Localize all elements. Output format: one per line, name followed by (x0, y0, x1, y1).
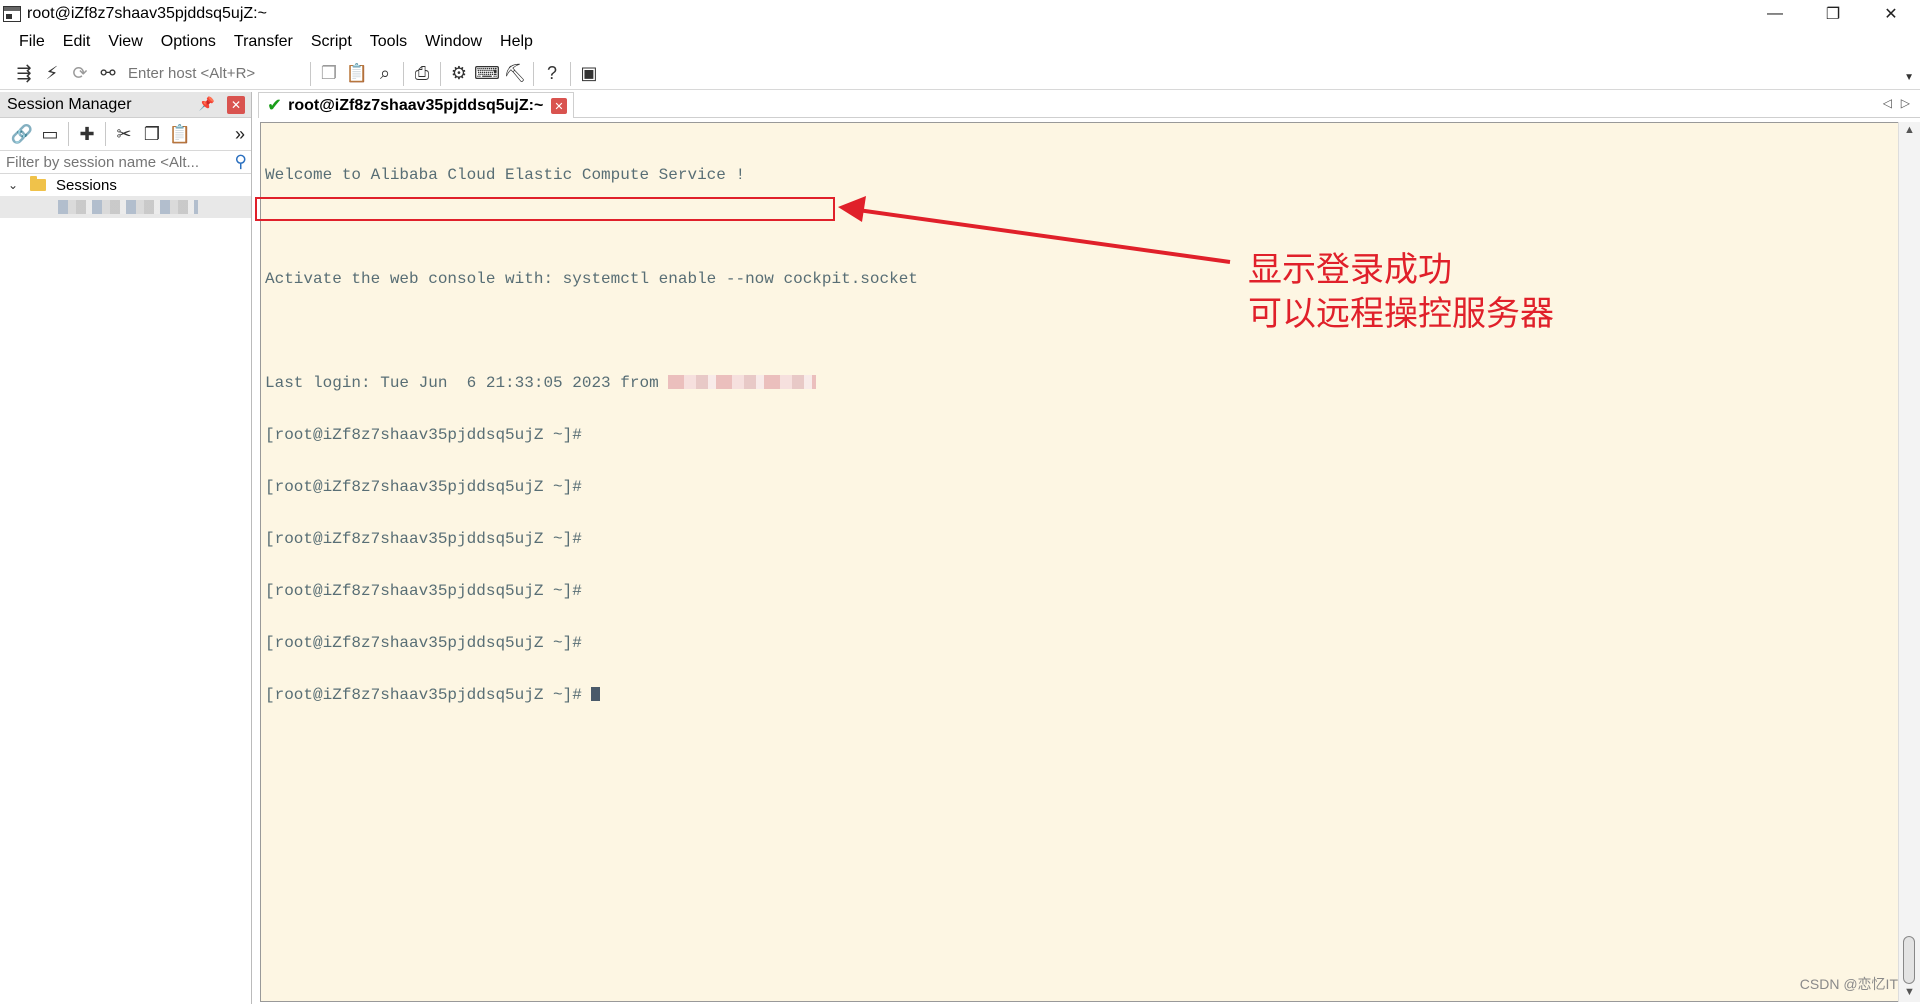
tree-root-label: Sessions (56, 176, 117, 194)
cut-icon[interactable]: ✂ (110, 120, 138, 148)
help-icon[interactable]: ? (538, 60, 566, 88)
tree-sessions-folder[interactable]: ⌄ Sessions (0, 174, 251, 196)
menu-bar: File Edit View Options Transfer Script T… (0, 30, 542, 54)
session-filter-input[interactable] (0, 151, 220, 173)
terminal-line-last-login: Last login: Tue Jun 6 21:33:05 2023 from (265, 375, 918, 391)
connect-session-icon[interactable]: 🔗 (8, 120, 36, 148)
toolbar-separator (570, 61, 571, 86)
menu-help[interactable]: Help (491, 30, 542, 54)
session-manager-panel: Session Manager 📌 ✕ 🔗 ▭ ✚ ✂ ❐ 📋 » ⚲ ⌄ Se… (0, 92, 252, 1004)
menu-edit[interactable]: Edit (54, 30, 100, 54)
tab-session[interactable]: ✔ root@iZf8z7shaav35pjddsq5ujZ:~ ✕ (258, 92, 574, 118)
menu-transfer[interactable]: Transfer (225, 30, 302, 54)
session-tab-icon[interactable]: ▭ (36, 120, 64, 148)
folder-icon (30, 176, 46, 191)
session-manager-header: Session Manager 📌 ✕ (0, 92, 251, 118)
terminal-line: Activate the web console with: systemctl… (265, 270, 918, 288)
redacted-ip (668, 375, 817, 389)
terminal-line: [root@iZf8z7shaav35pjddsq5ujZ ~]# (265, 634, 582, 652)
copy-icon[interactable]: ❐ (315, 60, 343, 88)
connected-check-icon: ✔ (267, 95, 283, 115)
minimize-button[interactable]: — (1746, 0, 1804, 28)
connect-icon[interactable]: ⇶ (10, 60, 38, 88)
terminal-view[interactable]: Welcome to Alibaba Cloud Elastic Compute… (260, 122, 1898, 1002)
toolbar-separator (105, 122, 106, 146)
toolbar-separator (310, 61, 311, 86)
window-controls: — ❐ ✕ (1746, 0, 1920, 28)
toolbar-overflow-icon[interactable]: ▼ (1904, 72, 1914, 83)
pin-icon[interactable]: 📌 (199, 96, 215, 112)
annotation-text: 显示登录成功 可以远程操控服务器 (1248, 248, 1554, 336)
terminal-line: [root@iZf8z7shaav35pjddsq5ujZ ~]# (265, 530, 582, 548)
session-manager-toolbar: 🔗 ▭ ✚ ✂ ❐ 📋 » (0, 118, 251, 150)
disconnect-icon[interactable]: ⚯ (94, 60, 122, 88)
terminal-cursor (591, 687, 601, 701)
session-filter: ⚲ (0, 150, 251, 174)
print-icon[interactable]: ⎙ (408, 60, 436, 88)
terminal-app-icon (3, 6, 21, 22)
annotation-line-1: 显示登录成功 (1248, 250, 1452, 290)
terminal-line: [root@iZf8z7shaav35pjddsq5ujZ ~]# (265, 582, 582, 600)
find-icon[interactable]: ⌕ (371, 60, 399, 88)
terminal-output: Welcome to Alibaba Cloud Elastic Compute… (265, 131, 918, 739)
menu-tools[interactable]: Tools (361, 30, 416, 54)
tree-session-item[interactable] (0, 196, 251, 218)
terminal-line-current: [root@iZf8z7shaav35pjddsq5ujZ ~]# (265, 687, 918, 703)
terminal-line: [root@iZf8z7shaav35pjddsq5ujZ ~]# (265, 426, 582, 444)
toolbar-separator (403, 61, 404, 86)
quick-connect-icon[interactable]: ⚡ (38, 60, 66, 88)
keymap-icon[interactable]: ⌨ (473, 60, 501, 88)
tab-close-button[interactable]: ✕ (551, 98, 567, 114)
tab-strip: ✔ root@iZf8z7shaav35pjddsq5ujZ:~ ✕ ◁ ▷ (258, 92, 1920, 118)
chevron-down-icon[interactable]: ⌄ (8, 178, 20, 192)
paste-session-icon[interactable]: 📋 (166, 120, 194, 148)
more-icon[interactable]: » (235, 124, 245, 145)
securecrt-window: root@iZf8z7shaav35pjddsq5ujZ:~ — ❐ ✕ Fil… (0, 0, 1920, 1004)
scroll-thumb[interactable] (1903, 936, 1915, 984)
scroll-down-icon[interactable]: ▼ (1904, 986, 1915, 998)
sftp-icon[interactable]: ⛏ (501, 60, 529, 88)
toolbar-separator (533, 61, 534, 86)
current-prompt: [root@iZf8z7shaav35pjddsq5ujZ ~]# (265, 686, 592, 704)
annotation-highlight-box (255, 197, 835, 221)
new-session-icon[interactable]: ✚ (73, 120, 101, 148)
session-manager-close-button[interactable]: ✕ (227, 96, 245, 114)
menu-script[interactable]: Script (302, 30, 361, 54)
session-manager-title: Session Manager (7, 95, 132, 113)
scroll-up-icon[interactable]: ▲ (1904, 124, 1915, 136)
screen-icon[interactable]: ▣ (575, 60, 603, 88)
menu-view[interactable]: View (99, 30, 151, 54)
last-login-text: Last login: Tue Jun 6 21:33:05 2023 from (265, 374, 669, 392)
settings-icon[interactable]: ⚙ (445, 60, 473, 88)
copy-session-icon[interactable]: ❐ (138, 120, 166, 148)
redacted-session-name (58, 200, 198, 214)
terminal-scrollbar[interactable]: ▲ ▼ (1898, 122, 1920, 1002)
tab-scroll-right-icon[interactable]: ▷ (1901, 96, 1910, 110)
close-button[interactable]: ✕ (1862, 0, 1920, 28)
paste-icon[interactable]: 📋 (343, 60, 371, 88)
annotation-line-2: 可以远程操控服务器 (1248, 294, 1554, 334)
watermark: CSDN @恋忆IT (1799, 976, 1898, 992)
toolbar-separator (68, 122, 69, 146)
terminal-line: [root@iZf8z7shaav35pjddsq5ujZ ~]# (265, 478, 582, 496)
tab-scroll-left-icon[interactable]: ◁ (1883, 96, 1892, 110)
maximize-button[interactable]: ❐ (1804, 0, 1862, 28)
tab-label: root@iZf8z7shaav35pjddsq5ujZ:~ (288, 96, 544, 114)
reconnect-icon[interactable]: ⟳ (66, 60, 94, 88)
search-icon[interactable]: ⚲ (235, 152, 247, 172)
terminal-line: Welcome to Alibaba Cloud Elastic Compute… (265, 166, 746, 184)
toolbar-separator (440, 61, 441, 86)
menu-window[interactable]: Window (416, 30, 491, 54)
menu-file[interactable]: File (10, 30, 54, 54)
host-input[interactable] (122, 61, 302, 86)
title-bar: root@iZf8z7shaav35pjddsq5ujZ:~ — ❐ ✕ (0, 0, 1920, 28)
window-title: root@iZf8z7shaav35pjddsq5ujZ:~ (27, 5, 267, 22)
toolbar: ⇶ ⚡ ⟳ ⚯ ❐ 📋 ⌕ ⎙ ⚙ ⌨ ⛏ ? ▣ ▼ (0, 58, 1920, 90)
menu-options[interactable]: Options (152, 30, 225, 54)
